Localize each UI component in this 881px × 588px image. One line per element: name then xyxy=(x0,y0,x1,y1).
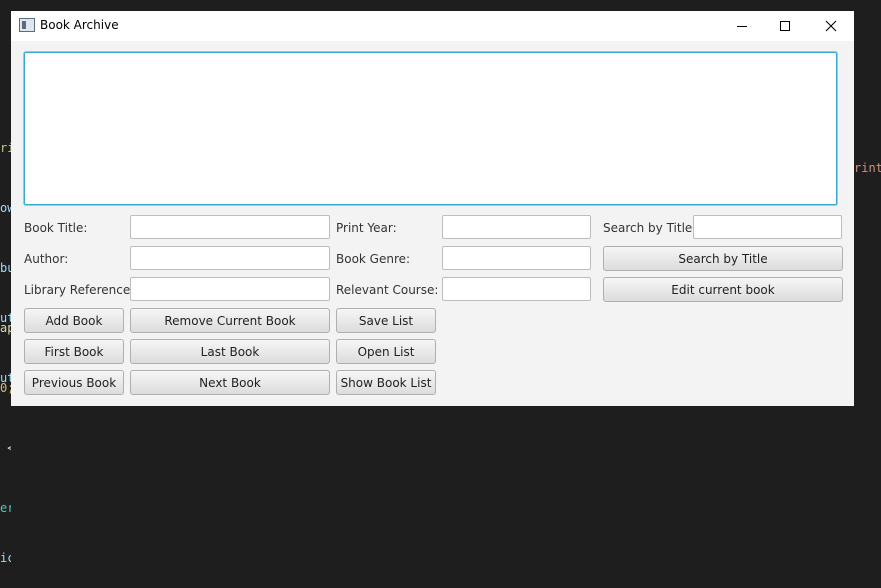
save-list-button[interactable]: Save List xyxy=(336,308,436,333)
edit-current-book-button[interactable]: Edit current book xyxy=(603,277,843,302)
book-title-label: Book Title: xyxy=(24,221,88,235)
close-button[interactable] xyxy=(808,11,853,41)
book-archive-window: Book Archive Book Title: Author: Library… xyxy=(11,11,854,406)
window-title: Book Archive xyxy=(40,18,119,32)
first-book-button[interactable]: First Book xyxy=(24,339,124,364)
show-book-list-button[interactable]: Show Book List xyxy=(336,370,436,395)
add-book-button[interactable]: Add Book xyxy=(24,308,124,333)
background-code-right: rint xyxy=(854,161,881,175)
library-reference-input[interactable] xyxy=(130,277,330,301)
minimize-icon xyxy=(736,26,747,27)
code-line: ow xyxy=(0,201,11,215)
code-line: ic xyxy=(0,551,11,565)
search-title-input[interactable] xyxy=(693,215,842,239)
search-by-title-button[interactable]: Search by Title xyxy=(603,246,843,271)
relevant-course-label: Relevant Course: xyxy=(336,283,439,297)
last-book-button[interactable]: Last Book xyxy=(130,339,330,364)
relevant-course-input[interactable] xyxy=(442,277,591,301)
close-icon xyxy=(825,20,836,32)
background-code-bottom: ut ut ic xyxy=(0,268,11,588)
book-genre-label: Book Genre: xyxy=(336,252,411,266)
print-year-label: Print Year: xyxy=(336,221,397,235)
app-window-icon xyxy=(19,18,35,32)
author-input[interactable] xyxy=(130,246,330,270)
print-year-input[interactable] xyxy=(442,215,591,239)
previous-book-button[interactable]: Previous Book xyxy=(24,370,124,395)
book-genre-input[interactable] xyxy=(442,246,591,270)
search-by-title-label: Search by Title: xyxy=(603,221,697,235)
library-reference-label: Library Reference: xyxy=(24,283,135,297)
book-title-input[interactable] xyxy=(130,215,330,239)
minimize-button[interactable] xyxy=(719,11,764,41)
open-list-button[interactable]: Open List xyxy=(336,339,436,364)
author-label: Author: xyxy=(24,252,69,266)
remove-current-book-button[interactable]: Remove Current Book xyxy=(130,308,330,333)
code-line: ut xyxy=(0,311,11,325)
code-line: ri xyxy=(0,141,11,155)
output-text-area[interactable] xyxy=(24,52,837,205)
code-line: ut xyxy=(0,371,11,385)
maximize-icon xyxy=(779,21,790,31)
next-book-button[interactable]: Next Book xyxy=(130,370,330,395)
title-bar[interactable]: Book Archive xyxy=(11,11,854,41)
maximize-button[interactable] xyxy=(762,11,807,41)
